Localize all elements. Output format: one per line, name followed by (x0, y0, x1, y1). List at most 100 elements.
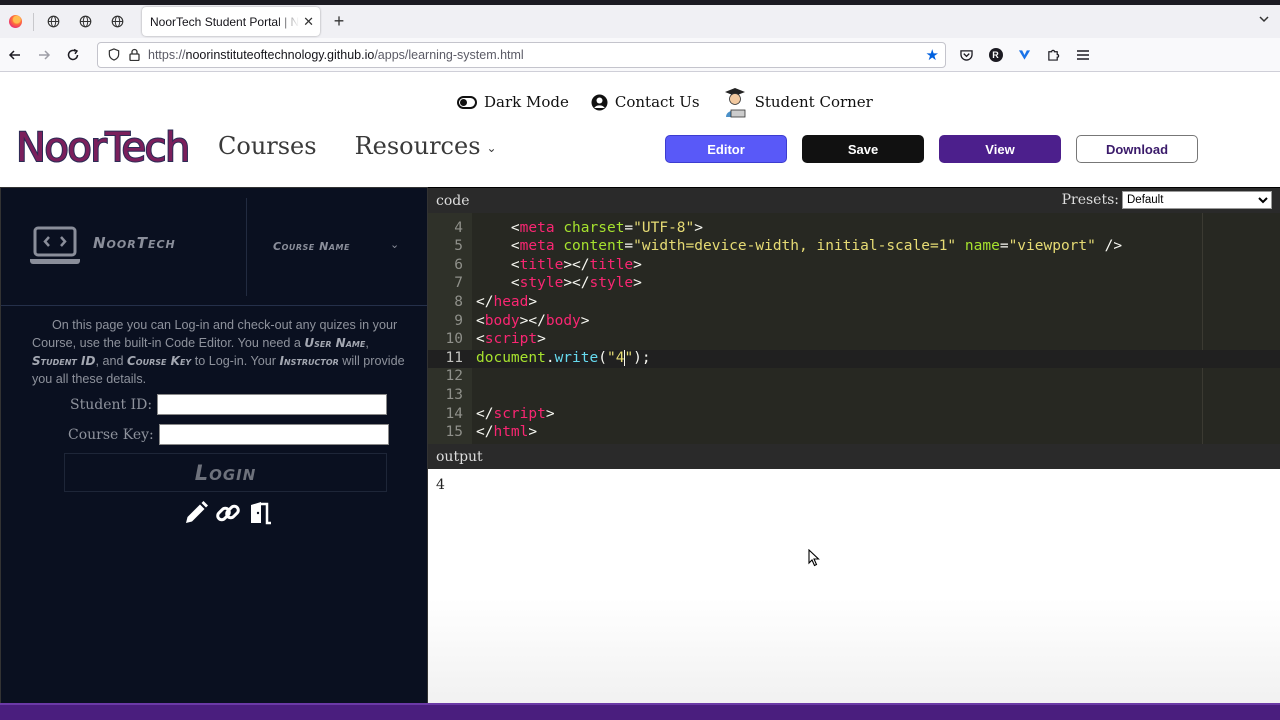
code-text: <meta content="width=device-width, initi… (510, 238, 1123, 255)
login-panel-header: NoorTech Course Name ⌄ (1, 188, 427, 306)
code-line[interactable]: 12 (428, 368, 1280, 387)
code-line[interactable]: 8 </head> (428, 294, 1280, 313)
editor-button[interactable]: Editor (665, 135, 787, 163)
code-line[interactable]: 10 <script> (428, 331, 1280, 350)
output-text: 4 (436, 477, 445, 493)
contact-us-link[interactable]: Contact Us (591, 93, 700, 111)
chevron-down-icon: ⌄ (486, 140, 497, 155)
presets-control: Presets: Default (1062, 191, 1272, 209)
nav-resources-label: Resources (354, 132, 481, 160)
code-line[interactable]: 4 <meta charset="UTF-8"> (428, 220, 1280, 239)
app-menu-icon[interactable] (1068, 38, 1097, 72)
extension-v-icon[interactable] (1010, 38, 1039, 72)
main-nav: Courses Resources ⌄ (218, 132, 497, 160)
course-name-select[interactable]: Course Name (273, 240, 350, 253)
code-area[interactable]: 3<head>4 <meta charset="UTF-8">5 <meta c… (428, 213, 1280, 444)
nav-resources[interactable]: Resources ⌄ (355, 132, 497, 160)
pencil-icon[interactable] (183, 500, 209, 526)
firefox-icon (8, 15, 22, 28)
code-header: code Presets: Default (428, 187, 1280, 213)
output-label: output (436, 448, 483, 465)
download-button[interactable]: Download (1076, 135, 1198, 163)
pinned-tab-3[interactable] (101, 5, 133, 38)
code-text: <body></body> (476, 312, 590, 329)
output-area: 4 (428, 469, 1280, 705)
presets-select[interactable]: Default (1122, 191, 1272, 209)
url-domain: noorinstituteoftechnology.github.io (185, 47, 375, 62)
save-button[interactable]: Save (802, 135, 924, 163)
mouse-cursor-icon (808, 549, 820, 567)
line-number: 13 (445, 387, 463, 403)
code-line[interactable]: 7 <style></style> (428, 275, 1280, 294)
lock-icon[interactable] (124, 48, 144, 61)
back-arrow-icon[interactable] (0, 38, 29, 72)
bookmark-star-icon[interactable]: ★ (926, 46, 939, 64)
code-line[interactable]: 6 <title></title> (428, 257, 1280, 276)
code-line[interactable]: 11 document.write("4"); (428, 349, 1280, 369)
line-number: 12 (445, 368, 463, 385)
course-key-label: Course Key: (68, 426, 154, 443)
panel-icon-row (183, 500, 273, 526)
code-text: document.write("4"); (476, 349, 651, 366)
code-line[interactable]: 5 <meta content="width=device-width, ini… (428, 238, 1280, 257)
forward-arrow-icon[interactable] (29, 38, 58, 72)
tab-separator (33, 12, 34, 31)
contact-us-label: Contact Us (614, 93, 700, 111)
line-number: 9 (454, 312, 463, 329)
login-description: On this page you can Log-in and check-ou… (32, 318, 405, 386)
exit-door-icon[interactable] (247, 500, 273, 526)
toolbar-extensions: R (952, 38, 1097, 72)
reload-icon[interactable] (58, 38, 87, 72)
user-circle-icon (591, 94, 608, 110)
toggle-icon (457, 95, 477, 109)
link-icon[interactable] (215, 500, 241, 526)
code-text: </script> (476, 405, 555, 422)
student-id-input[interactable] (157, 394, 388, 415)
course-key-row: Course Key: (68, 424, 389, 445)
code-line[interactable]: 3 <head> (428, 213, 1280, 220)
line-number: 15 (445, 424, 463, 441)
code-editor-panel: code Presets: Default 3<head>4 <meta cha… (428, 187, 1280, 705)
extensions-puzzle-icon[interactable] (1039, 38, 1068, 72)
line-number: 7 (454, 275, 463, 292)
code-line[interactable]: 9 <body></body> (428, 313, 1280, 332)
active-tab[interactable]: NoorTech Student Portal | NoorTech ✕ (142, 7, 320, 36)
list-all-tabs-chevron-icon[interactable] (1258, 13, 1270, 28)
dark-mode-label: Dark Mode (484, 93, 569, 111)
view-button[interactable]: View (939, 135, 1061, 163)
code-line[interactable]: 13 (428, 387, 1280, 406)
new-tab-button[interactable]: + (324, 11, 354, 32)
login-panel: NoorTech Course Name ⌄ On this page you … (0, 187, 428, 705)
panel-divider (246, 198, 247, 296)
globe-icon (111, 15, 123, 28)
code-text: <style></style> (510, 275, 642, 292)
dark-mode-toggle[interactable]: Dark Mode (457, 93, 569, 111)
code-text: <script> (476, 331, 546, 348)
login-button[interactable]: Login (64, 453, 387, 492)
firefox-view-button[interactable] (0, 5, 30, 38)
shield-icon[interactable] (104, 48, 124, 61)
code-line[interactable]: 15 </html> (428, 424, 1280, 443)
extension-r-icon[interactable]: R (981, 38, 1010, 72)
line-number: 6 (454, 256, 463, 273)
pinned-tab-2[interactable] (69, 5, 101, 38)
course-key-input[interactable] (158, 424, 389, 445)
code-line[interactable]: 14 </script> (428, 406, 1280, 425)
line-number: 4 (454, 219, 463, 236)
code-text: <title></title> (510, 256, 642, 273)
line-number: 8 (454, 294, 463, 310)
pinned-tab-1[interactable] (37, 5, 69, 38)
tab-title: NoorTech Student Portal | NoorTech (150, 14, 300, 29)
tab-bar: NoorTech Student Portal | NoorTech ✕ + (0, 5, 1280, 38)
student-corner-link[interactable]: Student Corner (722, 86, 873, 118)
url-text: https://noorinstituteoftechnology.github… (148, 48, 524, 62)
url-bar[interactable]: https://noorinstituteoftechnology.github… (97, 41, 946, 68)
navigation-toolbar: https://noorinstituteoftechnology.github… (0, 38, 1280, 72)
pocket-icon[interactable] (952, 38, 981, 72)
line-number: 10 (445, 331, 463, 348)
site-logo[interactable]: NoorTech (15, 124, 191, 172)
chevron-down-icon[interactable]: ⌄ (390, 238, 399, 251)
nav-courses[interactable]: Courses (218, 132, 317, 160)
close-tab-icon[interactable]: ✕ (303, 14, 314, 30)
code-text: </html> (476, 424, 538, 441)
